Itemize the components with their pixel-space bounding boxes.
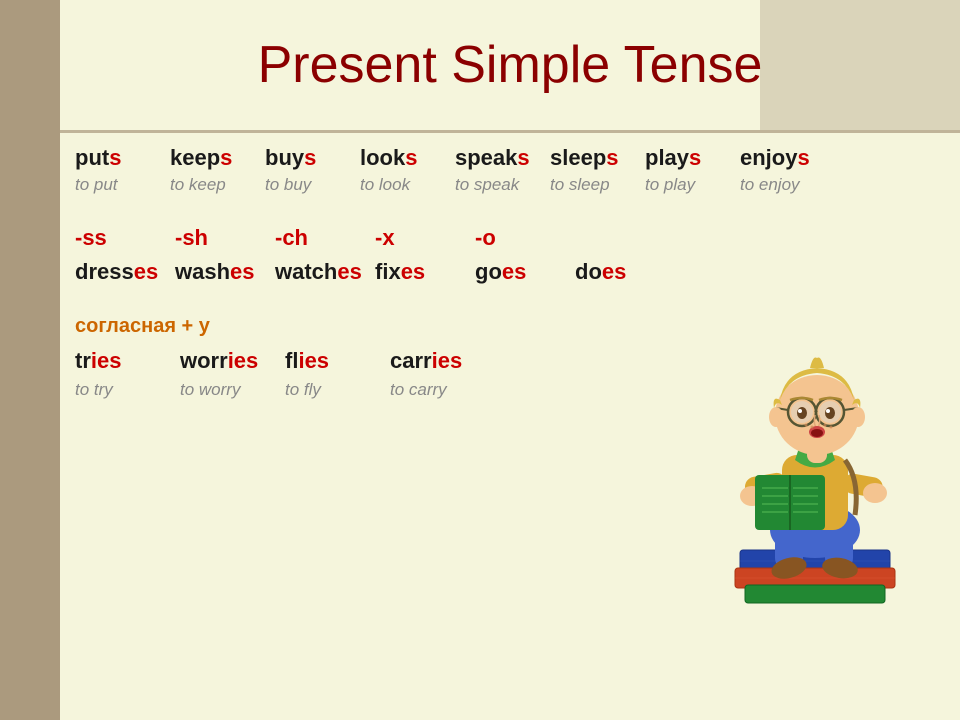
- infinitives-row: to putto keepto buyto lookto speakto sle…: [75, 175, 940, 195]
- section2: -ss-sh-ch-x-o dresseswasheswatchesfixesg…: [75, 225, 940, 285]
- verb-suffix: s: [606, 145, 618, 170]
- ies-verb-cell: worries: [180, 348, 285, 374]
- verb-cell: sleeps: [550, 145, 645, 171]
- page-title: Present Simple Tense: [60, 35, 960, 95]
- verb-cell: looks: [360, 145, 455, 171]
- ending-cell: -sh: [175, 225, 275, 251]
- ies-infinitive-cell: to try: [75, 380, 180, 400]
- character-illustration: [700, 300, 930, 610]
- ies-verb-cell: flies: [285, 348, 390, 374]
- infinitive-cell: to sleep: [550, 175, 645, 195]
- infinitive-cell: to speak: [455, 175, 550, 195]
- es-suffix: es: [134, 259, 158, 284]
- verb-cell: keeps: [170, 145, 265, 171]
- verb-suffix: s: [797, 145, 809, 170]
- top-bar: [60, 130, 960, 133]
- es-verb-cell: does: [575, 259, 675, 285]
- left-bar: [0, 0, 60, 720]
- es-verb-cell: fixes: [375, 259, 475, 285]
- es-verb-cell: goes: [475, 259, 575, 285]
- infinitive-cell: to buy: [265, 175, 360, 195]
- es-suffix: es: [401, 259, 425, 284]
- es-suffix: es: [602, 259, 626, 284]
- ending-cell: -ss: [75, 225, 175, 251]
- ies-suffix: ies: [228, 348, 259, 373]
- verb-cell: enjoys: [740, 145, 835, 171]
- verb-suffix: s: [689, 145, 701, 170]
- ies-infinitive-cell: to fly: [285, 380, 390, 400]
- verb-cell: speaks: [455, 145, 550, 171]
- infinitive-cell: to enjoy: [740, 175, 835, 195]
- verb-suffix: s: [109, 145, 121, 170]
- ies-suffix: ies: [298, 348, 329, 373]
- infinitive-cell: to play: [645, 175, 740, 195]
- verb-suffix: s: [220, 145, 232, 170]
- ending-cell: -x: [375, 225, 475, 251]
- verb-cell: buys: [265, 145, 360, 171]
- verb-cell: plays: [645, 145, 740, 171]
- infinitive-cell: to keep: [170, 175, 265, 195]
- es-verb-cell: watches: [275, 259, 375, 285]
- ies-verb-cell: carries: [390, 348, 495, 374]
- es-suffix: es: [230, 259, 254, 284]
- verb-cell: puts: [75, 145, 170, 171]
- ies-suffix: ies: [91, 348, 122, 373]
- es-suffix: es: [502, 259, 526, 284]
- es-verbs-row: dresseswasheswatchesfixesgoesdoes: [75, 259, 940, 285]
- ies-infinitive-cell: to carry: [390, 380, 495, 400]
- verbs-row: putskeepsbuyslooksspeakssleepsplaysenjoy…: [75, 145, 940, 171]
- es-verb-cell: dresses: [75, 259, 175, 285]
- es-verb-cell: washes: [175, 259, 275, 285]
- verb-suffix: s: [304, 145, 316, 170]
- infinitive-cell: to put: [75, 175, 170, 195]
- infinitive-cell: to look: [360, 175, 455, 195]
- ies-verb-cell: tries: [75, 348, 180, 374]
- ending-cell: -ch: [275, 225, 375, 251]
- verb-suffix: s: [517, 145, 529, 170]
- endings-row: -ss-sh-ch-x-o: [75, 225, 940, 251]
- verb-suffix: s: [405, 145, 417, 170]
- ending-cell: -o: [475, 225, 575, 251]
- ies-suffix: ies: [432, 348, 463, 373]
- es-suffix: es: [337, 259, 361, 284]
- ies-infinitive-cell: to worry: [180, 380, 285, 400]
